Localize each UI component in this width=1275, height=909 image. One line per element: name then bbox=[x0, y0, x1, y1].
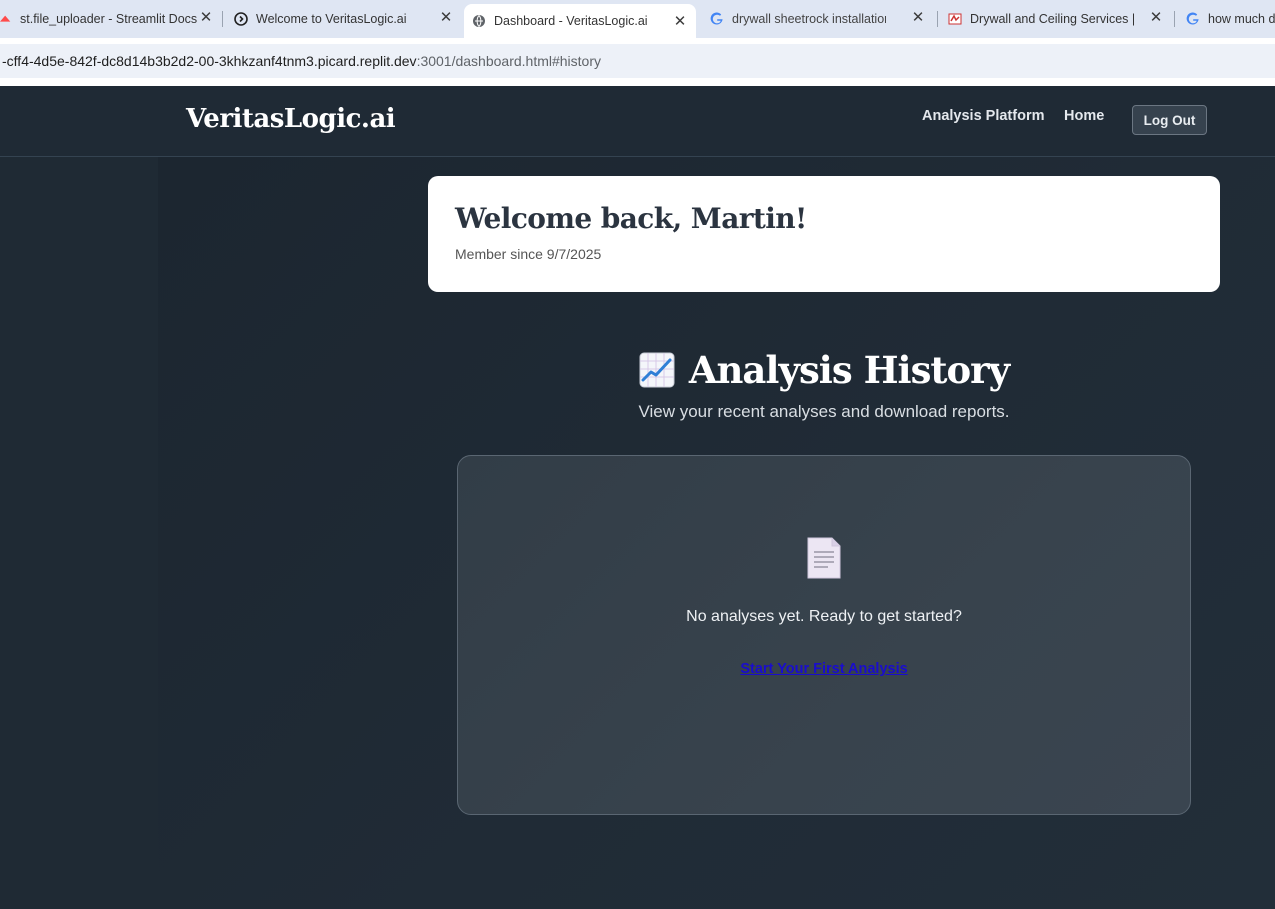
tab-separator bbox=[937, 11, 938, 27]
replit-icon bbox=[234, 12, 248, 26]
google-icon bbox=[710, 12, 723, 25]
history-title: Analysis History bbox=[688, 348, 1010, 392]
nav-link-analysis-platform[interactable]: Analysis Platform bbox=[922, 108, 1045, 124]
tab-dashboard[interactable]: Dashboard - VeritasLogic.ai ✕ bbox=[464, 4, 696, 38]
member-since: Member since 9/7/2025 bbox=[455, 246, 602, 262]
empty-state-card: No analyses yet. Ready to get started? S… bbox=[457, 455, 1191, 815]
streamlit-icon bbox=[0, 15, 11, 22]
close-icon[interactable]: ✕ bbox=[672, 14, 688, 30]
start-first-analysis-link[interactable]: Start Your First Analysis bbox=[458, 661, 1190, 677]
welcome-card: Welcome back, Martin! Member since 9/7/2… bbox=[428, 176, 1220, 292]
history-header: Analysis History bbox=[458, 348, 1190, 392]
site-icon bbox=[948, 13, 962, 25]
address-bar: -cff4-4d5e-842f-dc8d14b3b2d2-00-3khkzanf… bbox=[0, 38, 1275, 86]
tab-title: Dashboard - VeritasLogic.ai bbox=[494, 14, 648, 28]
tab-drywall-services[interactable]: Drywall and Ceiling Services | M ✕ bbox=[940, 0, 1172, 38]
url-host: -cff4-4d5e-842f-dc8d14b3b2d2-00-3khkzanf… bbox=[2, 53, 417, 69]
chart-increasing-icon bbox=[639, 352, 675, 388]
history-subtitle: View your recent analyses and download r… bbox=[638, 402, 1010, 421]
empty-state-message: No analyses yet. Ready to get started? bbox=[686, 608, 962, 625]
nav-link-home[interactable]: Home bbox=[1064, 108, 1104, 124]
close-icon[interactable]: ✕ bbox=[910, 10, 926, 26]
tab-separator bbox=[222, 11, 223, 27]
tab-title: drywall sheetrock installation co bbox=[732, 12, 886, 26]
url-path: :3001/dashboard.html#history bbox=[416, 53, 602, 69]
tab-title: how much d bbox=[1208, 12, 1275, 26]
tab-welcome[interactable]: Welcome to VeritasLogic.ai ✕ bbox=[226, 0, 462, 38]
sidebar bbox=[0, 157, 158, 909]
url-text: -cff4-4d5e-842f-dc8d14b3b2d2-00-3khkzanf… bbox=[2, 53, 601, 69]
google-icon bbox=[1186, 12, 1199, 25]
document-icon bbox=[807, 537, 841, 579]
logout-button[interactable]: Log Out bbox=[1132, 105, 1207, 135]
close-icon[interactable]: ✕ bbox=[1148, 10, 1164, 26]
close-icon[interactable]: ✕ bbox=[198, 10, 214, 26]
browser-tab-strip: st.file_uploader - Streamlit Docs ✕ Welc… bbox=[0, 0, 1275, 38]
tab-title: Welcome to VeritasLogic.ai bbox=[256, 12, 407, 26]
tab-separator bbox=[1174, 11, 1175, 27]
url-field[interactable]: -cff4-4d5e-842f-dc8d14b3b2d2-00-3khkzanf… bbox=[0, 44, 1275, 78]
welcome-heading: Welcome back, Martin! bbox=[455, 202, 807, 235]
tab-title: Drywall and Ceiling Services | M bbox=[970, 12, 1136, 26]
tab-title: st.file_uploader - Streamlit Docs bbox=[20, 12, 198, 26]
tab-how-much[interactable]: how much d bbox=[1178, 0, 1275, 38]
globe-icon bbox=[473, 15, 485, 27]
site-header: VeritasLogic.ai Analysis Platform Home L… bbox=[0, 86, 1275, 157]
tab-streamlit-docs[interactable]: st.file_uploader - Streamlit Docs ✕ bbox=[0, 0, 222, 38]
tab-drywall-search[interactable]: drywall sheetrock installation co ✕ bbox=[702, 0, 934, 38]
site-logo[interactable]: VeritasLogic.ai bbox=[186, 104, 396, 134]
close-icon[interactable]: ✕ bbox=[438, 10, 454, 26]
